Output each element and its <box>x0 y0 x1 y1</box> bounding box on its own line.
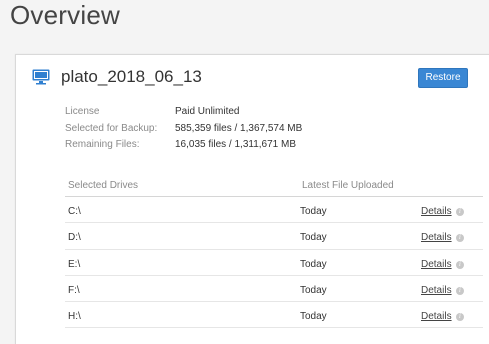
drive-name: D:\ <box>68 232 81 244</box>
table-row: D:\ Today Details i <box>65 223 483 250</box>
monitor-icon <box>32 69 50 85</box>
latest-upload: Today <box>300 232 327 244</box>
restore-button[interactable]: Restore <box>418 68 468 88</box>
info-icon[interactable]: i <box>456 234 464 243</box>
details-link[interactable]: Details <box>421 311 452 322</box>
column-header-drives: Selected Drives <box>68 180 139 191</box>
info-value: 16,035 files / 1,311,671 MB <box>175 139 297 150</box>
drive-name: C:\ <box>68 206 81 217</box>
drive-name: E:\ <box>68 258 81 270</box>
details-link[interactable]: Details <box>421 206 452 217</box>
details-link[interactable]: Details <box>421 259 452 270</box>
latest-upload: Today <box>300 258 327 270</box>
device-name: plato_2018_06_13 <box>61 67 202 86</box>
latest-upload: Today <box>300 311 327 323</box>
details-link[interactable]: Details <box>421 285 452 296</box>
details-link[interactable]: Details <box>421 232 452 243</box>
info-label: Selected for Backup: <box>65 122 158 134</box>
drives-table-header: Selected Drives Latest File Uploaded <box>65 175 483 197</box>
table-row: E:\ Today Details i <box>65 250 483 276</box>
info-value: Paid Unlimited <box>175 106 240 117</box>
table-row: H:\ Today Details i <box>65 302 483 329</box>
info-label: Remaining Files: <box>65 139 140 150</box>
device-header: plato_2018_06_13 Restore <box>16 55 489 95</box>
table-row: F:\ Today Details i <box>65 276 483 303</box>
latest-upload: Today <box>300 284 327 296</box>
info-icon[interactable]: i <box>456 313 464 322</box>
info-icon[interactable]: i <box>456 260 464 269</box>
drives-table: Selected Drives Latest File Uploaded C:\… <box>65 175 483 329</box>
latest-upload: Today <box>300 206 327 217</box>
drive-name: H:\ <box>68 311 81 323</box>
info-icon[interactable]: i <box>456 286 464 295</box>
column-header-latest: Latest File Uploaded <box>302 180 394 191</box>
info-value: 585,359 files / 1,367,574 MB <box>175 122 303 134</box>
drive-name: F:\ <box>68 284 80 296</box>
info-label: License <box>65 106 100 117</box>
device-card: plato_2018_06_13 Restore License Paid Un… <box>15 54 489 344</box>
page-title: Overview <box>10 0 120 30</box>
table-row: C:\ Today Details i <box>65 197 483 224</box>
info-icon[interactable]: i <box>456 208 464 216</box>
